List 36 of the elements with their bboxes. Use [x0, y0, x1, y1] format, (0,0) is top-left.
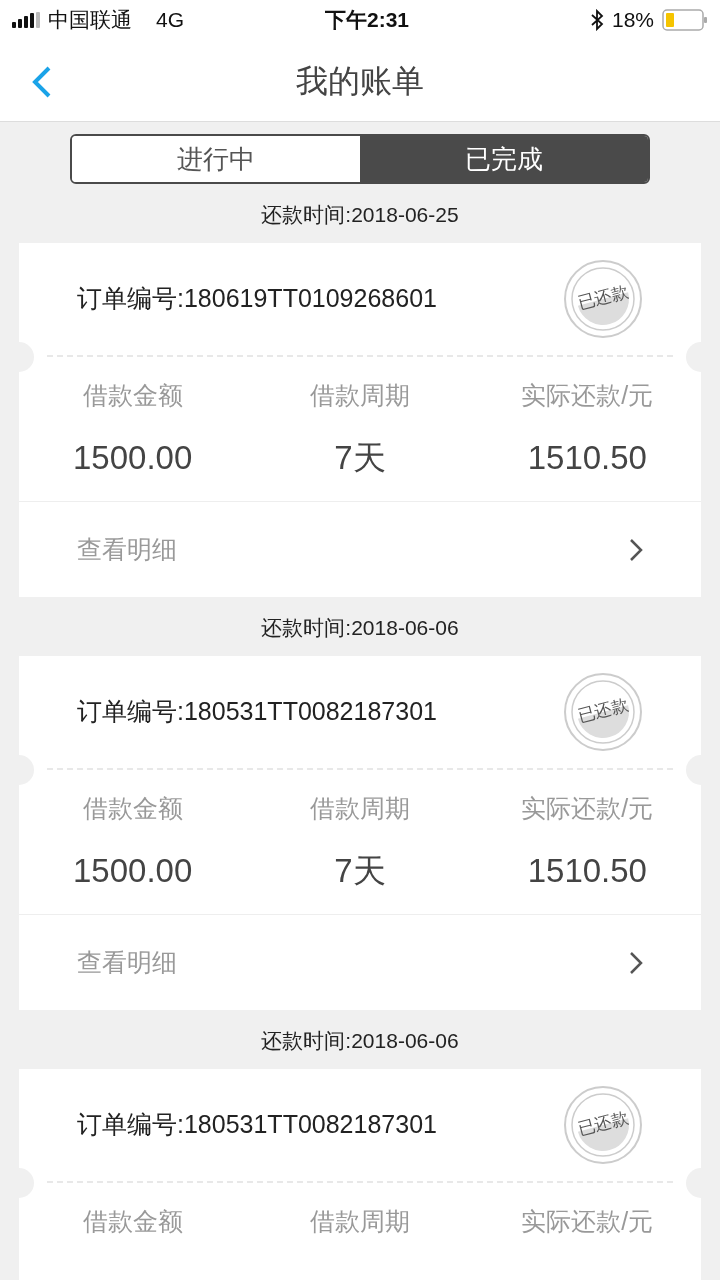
- carrier-name: 中国联通: [48, 7, 132, 34]
- network-type: 4G: [156, 7, 184, 34]
- stat-label: 实际还款/元: [521, 1206, 654, 1237]
- stat-value: 1500.00: [73, 850, 193, 891]
- page-title: 我的账单: [296, 61, 424, 101]
- stat-value: 7天: [334, 850, 386, 891]
- order-number: 订单编号:180531TT0082187301: [77, 696, 437, 728]
- status-time: 下午2:31: [323, 7, 410, 34]
- stat-value: 1500.00: [73, 437, 193, 478]
- stat-label: 借款周期: [310, 1206, 410, 1237]
- battery-icon: [662, 9, 708, 31]
- stat-label: 借款金额: [82, 380, 183, 411]
- repayment-date: 还款时间:2018-06-25: [261, 201, 459, 228]
- order-number: 订单编号:180619TT0109268601: [77, 283, 437, 315]
- chevron-icon: [629, 950, 643, 975]
- stat-label: 借款金额: [82, 1206, 183, 1237]
- stat-value: 1510.50: [527, 437, 647, 478]
- segment-tab[interactable]: 进行中: [72, 136, 360, 182]
- battery-percent: 18%: [611, 7, 654, 34]
- stat-label: 实际还款/元: [521, 380, 654, 411]
- stat-label: 借款周期: [310, 380, 410, 411]
- stat-value: 7天: [334, 437, 386, 478]
- stamp: 已还款: [563, 1085, 643, 1165]
- repayment-date: 还款时间:2018-06-06: [261, 1027, 459, 1054]
- chevron-icon: [629, 537, 643, 562]
- segment-tab[interactable]: 已完成: [360, 136, 648, 182]
- bluetooth-icon: [589, 9, 604, 31]
- stamp: 已还款: [563, 672, 643, 752]
- signal-icon: [12, 12, 40, 28]
- stat-value: 1510.50: [527, 850, 647, 891]
- stat-label: 借款周期: [310, 793, 410, 824]
- stat-label: 借款金额: [82, 793, 183, 824]
- stamp: 已还款: [563, 259, 643, 339]
- repayment-date: 还款时间:2018-06-06: [261, 614, 459, 641]
- stat-label: 实际还款/元: [521, 793, 654, 824]
- order-number: 订单编号:180531TT0082187301: [77, 1109, 437, 1141]
